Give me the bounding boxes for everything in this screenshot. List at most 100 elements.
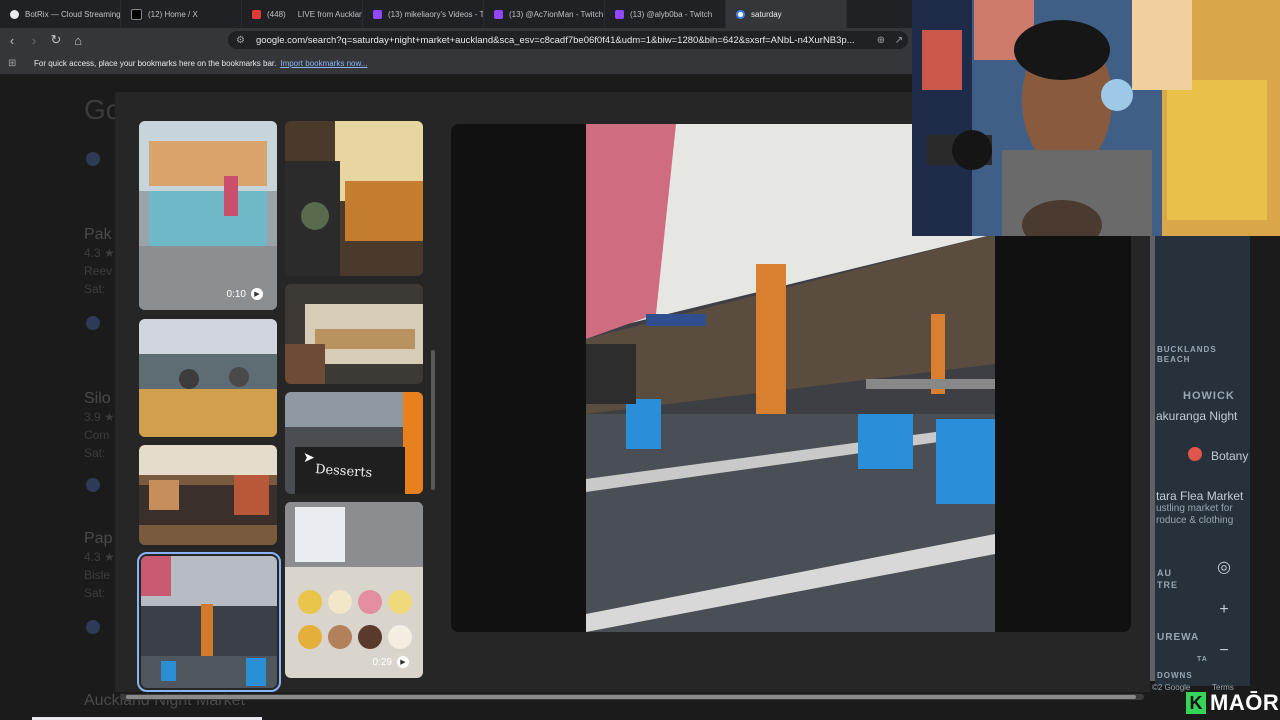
result-hours: Sat: [84, 446, 106, 460]
zoom-icon[interactable]: ⊕ [872, 35, 890, 46]
result-silo[interactable]: Silo 3.9 ★ Com Sat: [84, 390, 115, 460]
result-name[interactable]: Silo [84, 390, 111, 407]
result-pak[interactable]: Pak 4.3 ★ Reev Sat: [84, 226, 115, 296]
play-icon: ▶ [251, 288, 263, 300]
back-icon[interactable]: ‹ [2, 30, 22, 50]
tab-twitch-ac7ionman[interactable]: (13) @Ac7ionMan - Twitch [484, 0, 605, 28]
review-avatar [86, 620, 100, 634]
url-text[interactable]: google.com/search?q=saturday+night+marke… [256, 35, 872, 46]
result-pap[interactable]: Pap 4.3 ★ Bisle Sat: [84, 530, 115, 600]
tab-label: (12) Home / X [148, 9, 198, 19]
map-label-downs: DOWNS [1157, 671, 1193, 680]
tab-label: (13) @Ac7ionMan - Twitch [509, 9, 604, 19]
thumbnail-image [139, 445, 277, 545]
stream-logo: K MAŌRI [1186, 690, 1280, 716]
forward-icon[interactable]: › [24, 30, 44, 50]
home-icon[interactable]: ⌂ [68, 30, 88, 50]
tab-twitch-alyb0ba[interactable]: (13) @alyb0ba - Twitch [605, 0, 726, 28]
result-hours: Sat: [84, 586, 106, 600]
map-label-botany[interactable]: Botany [1211, 449, 1248, 463]
tab-twitch-mikeliaory[interactable]: (13) mikeliaory's Videos - Twitch [363, 0, 484, 28]
logo-text: MAŌRI [1210, 690, 1280, 715]
map-label-ta: TA [1197, 656, 1208, 663]
thumbnail-selected-carpark[interactable] [137, 552, 281, 692]
map-label-beach: BUCKLANDS BEACH [1157, 345, 1217, 364]
result-name[interactable]: Pap [84, 530, 112, 547]
video-duration: 0:29 ▶ [373, 656, 409, 668]
map-label-howick: HOWICK [1183, 390, 1235, 402]
map-pin-icon[interactable] [1188, 447, 1202, 461]
duration-text: 0:29 [372, 656, 392, 668]
logo-k: K [1186, 692, 1206, 714]
tab-label: (448) [267, 9, 286, 19]
map-label-urewa: UREWA [1157, 632, 1200, 643]
map-copyright: ©2 Google [1152, 683, 1191, 692]
share-icon[interactable]: ↗ [890, 35, 908, 46]
twitch-icon [615, 9, 624, 19]
tab-x-home[interactable]: (12) Home / X [121, 0, 242, 28]
thumbnail-display-case[interactable] [285, 284, 423, 384]
webcam-overlay [912, 0, 1280, 236]
duration-text: 0:10 [226, 288, 246, 300]
thumbnail-dessert-cups[interactable]: 0:29 ▶ [285, 502, 423, 678]
twitch-icon [494, 9, 503, 19]
review-avatar [86, 478, 100, 492]
zoom-out-icon[interactable]: − [1214, 641, 1234, 661]
tab-label-secondary: LIVE from Auckland [297, 9, 363, 19]
scrollbar-thumb[interactable] [126, 695, 1136, 699]
map-label-tre: TRE [1157, 580, 1178, 590]
user-avatar [86, 152, 100, 166]
thumbnail-food-counter[interactable] [285, 121, 423, 276]
site-info-icon[interactable]: ⚙ [236, 35, 250, 46]
play-icon: ▶ [397, 656, 409, 668]
map-flea-desc-2: roduce & clothing [1156, 515, 1234, 526]
mouse-cursor-icon: ➤ [303, 449, 315, 465]
tab-botrix[interactable]: BotRix — Cloud Streaming Bot [0, 0, 121, 28]
thumbnail-market-table[interactable] [139, 445, 277, 545]
map-flea-desc-1: ustling market for [1156, 503, 1233, 514]
review-avatar [86, 316, 100, 330]
thumbnail-vendor-stall[interactable] [139, 319, 277, 437]
my-location-icon[interactable]: ◎ [1214, 557, 1234, 577]
gallery-scrollbar[interactable] [431, 350, 435, 490]
thumbnail-image [285, 284, 423, 384]
thumbnail-video-stall[interactable]: 0:10 ▶ [139, 121, 277, 310]
x-icon [131, 8, 142, 20]
zoom-in-icon[interactable]: + [1214, 600, 1234, 620]
botrix-icon [10, 9, 19, 19]
tab-label: (13) @alyb0ba - Twitch [630, 9, 713, 19]
reload-icon[interactable]: ↻ [46, 30, 66, 50]
apps-grid-icon[interactable]: ⊞ [8, 58, 22, 69]
webcam-image [912, 0, 1280, 236]
thumbnail-image [139, 121, 277, 310]
tab-label: BotRix — Cloud Streaming Bot [25, 9, 121, 19]
tab-youtube-live[interactable]: (448) LIVE from Auckland [242, 0, 363, 28]
result-address: Bisle [84, 568, 111, 582]
google-icon [736, 9, 745, 19]
import-bookmarks-link[interactable]: Import bookmarks now... [280, 59, 367, 68]
map-label-au: AU [1157, 568, 1172, 578]
result-rating: 4.3 ★ [84, 550, 115, 564]
result-rating: 3.9 ★ [84, 410, 115, 424]
tab-label: saturday [751, 9, 782, 19]
twitch-icon [373, 9, 382, 19]
result-hours: Sat: [84, 282, 106, 296]
tab-label: (13) mikeliaory's Videos - Twitch [388, 9, 484, 19]
video-duration: 0:10 ▶ [227, 288, 263, 300]
result-rating: 4.3 ★ [84, 246, 115, 260]
bookmarks-prompt: For quick access, place your bookmarks h… [34, 58, 277, 68]
tab-google-search[interactable]: saturday [726, 0, 847, 28]
map-label-pakuranga[interactable]: akuranga Night [1156, 409, 1237, 423]
thumbnail-image [139, 319, 277, 437]
result-address: Com [84, 428, 110, 442]
address-bar[interactable]: ⚙ google.com/search?q=saturday+night+mar… [228, 31, 908, 49]
map-label-flea-market[interactable]: tara Flea Market [1156, 489, 1243, 503]
thumbnail-image [285, 502, 423, 678]
thumbnail-image [285, 121, 423, 276]
result-name[interactable]: Pak [84, 226, 112, 243]
youtube-icon [252, 9, 261, 19]
result-address: Reev [84, 264, 113, 278]
thumbnail-desserts-stall[interactable]: Desserts [285, 392, 423, 494]
horizontal-scrollbar[interactable] [120, 694, 1144, 700]
thumbnail-image [141, 556, 277, 688]
